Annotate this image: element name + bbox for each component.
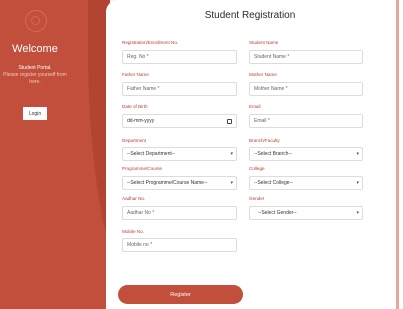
logo-icon: [25, 10, 47, 32]
programme-label: Programme/Course: [122, 166, 163, 171]
dob-label: Date of Birth: [122, 104, 148, 109]
welcome-heading: Welcome: [12, 43, 58, 55]
aadhar-label: Aadhar No.: [122, 196, 146, 201]
branch-label: Branch/Faculty: [249, 138, 280, 143]
dob-input[interactable]: dd-mm-yyyy: [122, 114, 237, 128]
email-input[interactable]: Email *: [249, 114, 363, 128]
chevron-down-icon: ▾: [356, 210, 359, 216]
chevron-down-icon: ▾: [230, 151, 233, 157]
portal-text: Student Portal. Please register yourself…: [0, 65, 70, 86]
portal-subtitle: Please register yourself from here.: [3, 72, 67, 85]
father-name-label: Father Name: [122, 72, 149, 77]
calendar-icon[interactable]: [227, 119, 232, 124]
mother-name-input[interactable]: Mother Name *: [249, 82, 363, 96]
aadhar-input[interactable]: Aadhar No *: [122, 206, 237, 220]
chevron-down-icon: ▾: [356, 151, 359, 157]
college-label: College: [249, 166, 265, 171]
gender-select[interactable]: --Select Gender-- ▾: [249, 206, 363, 220]
page: Welcome Student Portal. Please register …: [0, 0, 403, 309]
email-label: Email: [249, 104, 261, 109]
reg-no-input[interactable]: Reg. No *: [122, 50, 237, 64]
department-select[interactable]: --Select Department-- ▾: [122, 147, 237, 161]
mother-name-label: Mother Name: [249, 72, 277, 77]
chevron-down-icon: ▾: [230, 180, 233, 186]
sidebar-panel: Welcome Student Portal. Please register …: [0, 0, 110, 309]
student-name-label: Student Name: [249, 40, 279, 45]
mobile-label: Mobile No.: [122, 229, 144, 234]
mobile-input[interactable]: Mobile no *: [122, 238, 237, 252]
login-button[interactable]: Login: [23, 107, 47, 120]
father-name-input[interactable]: Father Name *: [122, 82, 237, 96]
gender-label: Gender: [249, 196, 265, 201]
portal-title: Student Portal.: [18, 65, 52, 71]
student-name-input[interactable]: Student Name *: [249, 50, 363, 64]
right-edge: [394, 0, 403, 309]
department-label: Department: [122, 138, 147, 143]
programme-select[interactable]: --Select Programme/Course Name-- ▾: [122, 176, 237, 190]
college-select[interactable]: --Select College-- ▾: [249, 176, 363, 190]
chevron-down-icon: ▾: [356, 180, 359, 186]
page-title: Student Registration: [204, 10, 296, 21]
register-button[interactable]: Register: [118, 285, 243, 304]
branch-select[interactable]: --Select Branch-- ▾: [249, 147, 363, 161]
reg-no-label: Registration/Enrollment No.: [122, 40, 179, 45]
